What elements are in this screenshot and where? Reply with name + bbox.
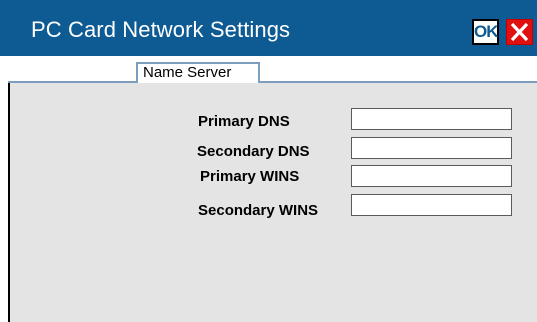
secondary-dns-label: Secondary DNS [197,143,310,160]
secondary-dns-field[interactable] [351,137,512,159]
secondary-wins-label: Secondary WINS [198,202,319,219]
title-bar: PC Card Network Settings OK [0,0,537,58]
primary-wins-label: Primary WINS [200,168,300,185]
network-settings-window: PC Card Network Settings OK Name Server … [0,0,537,322]
secondary-wins-field[interactable] [351,194,512,216]
close-button[interactable] [506,19,533,45]
window-title: PC Card Network Settings [31,17,291,42]
tab-name-server[interactable]: Name Server [136,62,260,82]
close-icon [507,20,532,44]
primary-dns-field[interactable] [351,108,512,130]
ok-button[interactable]: OK [472,19,499,45]
primary-dns-label: Primary DNS [198,113,290,130]
primary-wins-field[interactable] [351,165,512,187]
tab-strip [0,58,537,82]
